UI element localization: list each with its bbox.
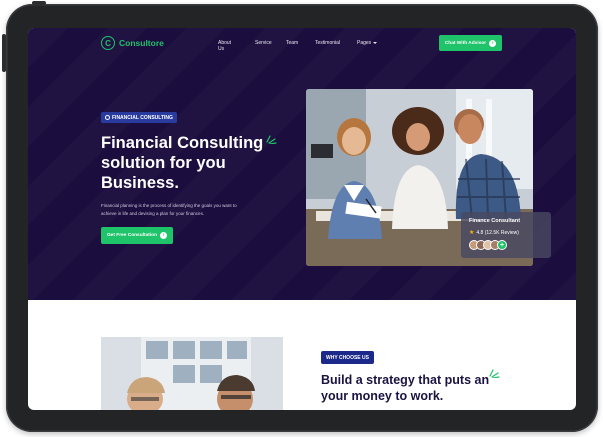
get-free-consultation-label: Get Free Consultation	[106, 233, 158, 238]
screen: C Consultore About Us Service Team Testi…	[28, 28, 576, 410]
why-title-line-1: Build a strategy that puts an	[321, 373, 490, 387]
chat-with-advisor-button[interactable]: Chat With Advisor ›	[439, 35, 502, 51]
chat-with-advisor-label: Chat With Advisor	[444, 40, 487, 46]
badge-dot-icon	[105, 115, 110, 120]
tablet-side-button-top	[32, 1, 46, 5]
brand-logo[interactable]: C Consultore	[101, 36, 164, 50]
hero-title-line-2: solution for you	[101, 154, 226, 172]
why-title: Build a strategy that puts an your money…	[321, 372, 489, 404]
client-avatars: +	[469, 240, 507, 250]
tablet-side-button-left	[2, 34, 6, 72]
sparkle-lines-icon	[489, 369, 500, 378]
hero-title-line-3: Business.	[101, 174, 179, 192]
get-free-consultation-button[interactable]: Get Free Consultation ›	[101, 227, 173, 244]
nav-item-service[interactable]: Service	[255, 40, 272, 46]
plus-icon[interactable]: +	[497, 240, 507, 250]
rating-row: ★ 4.8 (12.5K Review)	[469, 229, 519, 237]
badge-label: FINANCIAL CONSULTING	[112, 114, 173, 121]
nav-item-pages-label: Pages	[357, 40, 372, 46]
finance-consultant-title: Finance Consultant	[469, 218, 521, 224]
star-icon: ★	[469, 230, 475, 236]
hero-description: Financial planning is the process of ide…	[101, 203, 237, 216]
why-choose-us-label: WHY CHOOSE US	[326, 354, 369, 361]
why-choose-us-badge: WHY CHOOSE US	[321, 351, 374, 364]
financial-consulting-badge: FINANCIAL CONSULTING	[101, 112, 177, 123]
finance-consultant-card: Finance Consultant ★ 4.8 (12.5K Review) …	[461, 212, 551, 258]
why-title-line-2: your money to work.	[321, 389, 444, 403]
circle-arrow-right-icon: ›	[160, 232, 168, 239]
rating-text: 4.8 (12.5K Review)	[476, 229, 519, 236]
sparkle-lines-icon	[266, 135, 277, 144]
nav-item-pages[interactable]: Pages	[357, 40, 378, 46]
hero-section: C Consultore About Us Service Team Testi…	[28, 28, 576, 300]
nav-item-about-us[interactable]: About Us	[218, 40, 231, 52]
top-navigation: C Consultore About Us Service Team Testi…	[28, 28, 576, 60]
nav-item-testimonial[interactable]: Testimonial	[315, 40, 340, 46]
about-team-photo	[101, 337, 283, 410]
logo-text: Consultore	[119, 38, 164, 48]
about-photo-illustration	[101, 337, 283, 410]
nav-item-team[interactable]: Team	[286, 40, 298, 46]
logo-c-circle-icon: C	[101, 36, 115, 50]
chevron-down-icon	[373, 41, 378, 44]
circle-arrow-right-icon: ›	[489, 39, 497, 47]
